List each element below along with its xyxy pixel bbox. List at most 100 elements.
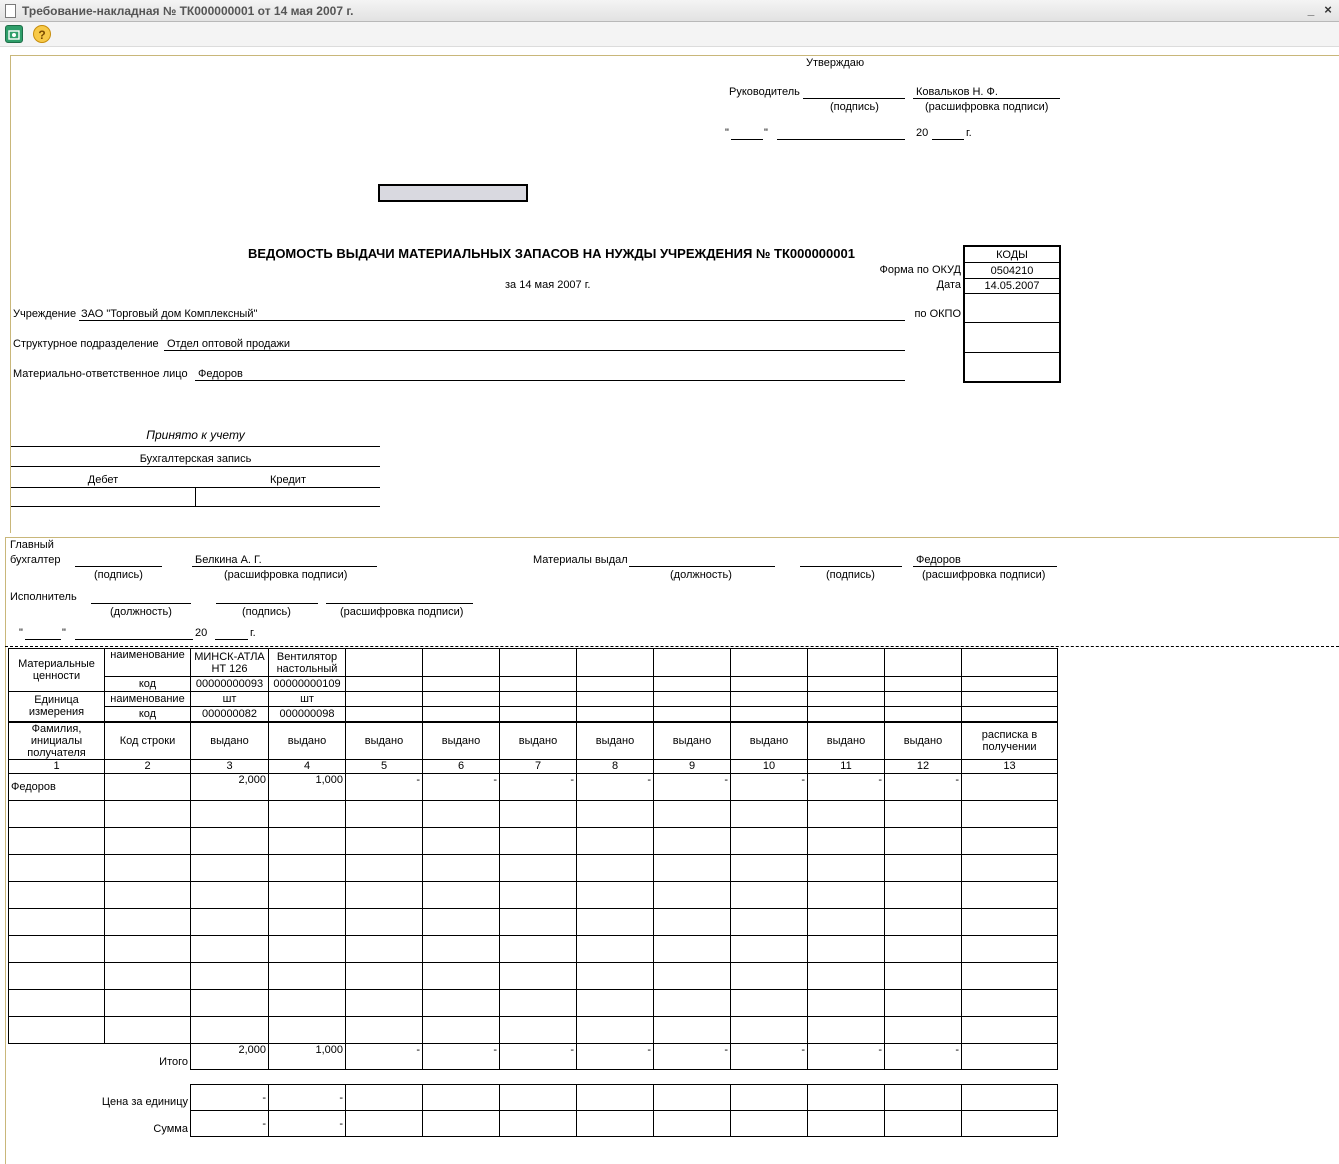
empty-cell <box>499 853 577 882</box>
price-empty <box>499 1084 577 1111</box>
item-name-empty <box>884 648 962 677</box>
col-number: 1 <box>8 758 105 774</box>
empty-cell <box>730 853 808 882</box>
empty-cell <box>268 1015 346 1044</box>
empty-cell <box>807 907 885 936</box>
unit-code-empty <box>884 706 962 722</box>
chief-name: Белкина А. Г. <box>195 554 262 566</box>
chief-decoding-hint: (расшифровка подписи) <box>224 569 348 581</box>
empty-cell <box>807 961 885 990</box>
empty-cell <box>961 880 1058 909</box>
unit-code-empty <box>345 706 423 722</box>
executor-position-line <box>91 603 191 604</box>
empty-cell <box>576 961 654 990</box>
col-issued-header: выдано <box>730 721 808 760</box>
item-code-empty <box>807 676 885 692</box>
row-value: - <box>576 772 654 801</box>
sum-empty <box>422 1110 500 1137</box>
row-value: - <box>653 772 731 801</box>
empty-cell <box>961 961 1058 990</box>
col-issued-header: выдано <box>345 721 423 760</box>
row-value: - <box>422 772 500 801</box>
unit-name-empty <box>499 691 577 707</box>
price-empty <box>576 1084 654 1111</box>
total-value: - <box>422 1043 500 1070</box>
empty-cell <box>807 826 885 855</box>
empty-cell <box>653 988 731 1017</box>
minimize-button[interactable]: _ <box>1305 3 1317 17</box>
total-value: - <box>884 1043 962 1070</box>
total-label: Итого <box>159 1056 188 1068</box>
unit-code-1: 000000082 <box>190 706 269 722</box>
executor-name-line <box>326 603 473 604</box>
sum-empty <box>345 1110 423 1137</box>
col-line-code-header: Код строки <box>104 721 191 760</box>
unit-name-empty <box>961 691 1058 707</box>
item-name-1: МИНСК-АТЛА НТ 126 <box>190 648 269 677</box>
accounting-line-1 <box>11 446 380 447</box>
row-value: - <box>345 772 423 801</box>
empty-cell <box>730 907 808 936</box>
empty-cell <box>268 880 346 909</box>
row-receipt <box>961 772 1058 801</box>
empty-cell <box>104 1015 191 1044</box>
approve-year-suffix: г. <box>966 127 972 139</box>
empty-cell <box>730 1015 808 1044</box>
empty-cell <box>730 826 808 855</box>
head-label: Руководитель <box>729 86 800 98</box>
sum-empty <box>884 1110 962 1137</box>
total-value: 1,000 <box>268 1043 346 1070</box>
price-empty <box>345 1084 423 1111</box>
okpo-value <box>965 294 1059 323</box>
total-value: - <box>499 1043 577 1070</box>
unit-code-empty <box>730 706 808 722</box>
item-name-empty <box>345 648 423 677</box>
empty-cell <box>653 799 731 828</box>
approve-quote-close: " <box>764 127 768 139</box>
close-button[interactable]: × <box>1321 3 1335 17</box>
item-name-empty <box>653 648 731 677</box>
unit-code-2: 000000098 <box>268 706 346 722</box>
price-empty <box>807 1084 885 1111</box>
price-empty <box>884 1084 962 1111</box>
head-name: Ковальков Н. Ф. <box>916 86 998 98</box>
issued-name-line <box>913 566 1057 567</box>
responsible-line <box>195 380 905 381</box>
issued-decoding-hint: (расшифровка подписи) <box>922 569 1046 581</box>
total-value: - <box>807 1043 885 1070</box>
empty-cell <box>190 826 269 855</box>
unit-code-empty <box>422 706 500 722</box>
empty-cell <box>345 853 423 882</box>
empty-cell <box>104 961 191 990</box>
empty-cell <box>190 853 269 882</box>
department-line <box>164 350 905 351</box>
issued-position-line <box>629 566 775 567</box>
row-value: - <box>884 772 962 801</box>
exec-year-line <box>215 639 248 640</box>
col-recipient-header: Фамилия, инициалы получателя <box>8 721 105 760</box>
approve-day-line <box>731 139 763 140</box>
help-icon[interactable]: ? <box>33 25 51 43</box>
sum-empty <box>807 1110 885 1137</box>
approve-year-line <box>932 139 964 140</box>
col-number: 11 <box>807 758 885 774</box>
item-code-empty <box>961 676 1058 692</box>
empty-cell <box>422 853 500 882</box>
empty-cell <box>104 853 191 882</box>
empty-cell <box>104 880 191 909</box>
total-value: 2,000 <box>190 1043 269 1070</box>
empty-cell <box>884 1015 962 1044</box>
empty-cell <box>8 799 105 828</box>
sum-empty <box>730 1110 808 1137</box>
window-title: Требование-накладная № ТК000000001 от 14… <box>22 4 354 18</box>
empty-cell <box>268 853 346 882</box>
empty-cell <box>576 826 654 855</box>
chief-name-line <box>192 566 377 567</box>
chief-signature-line <box>75 566 162 567</box>
col-issued-header: выдано <box>190 721 269 760</box>
item-code-empty <box>884 676 962 692</box>
empty-cell <box>961 988 1058 1017</box>
report-settings-icon[interactable] <box>5 25 23 43</box>
unit-code-empty <box>807 706 885 722</box>
empty-cell <box>422 907 500 936</box>
